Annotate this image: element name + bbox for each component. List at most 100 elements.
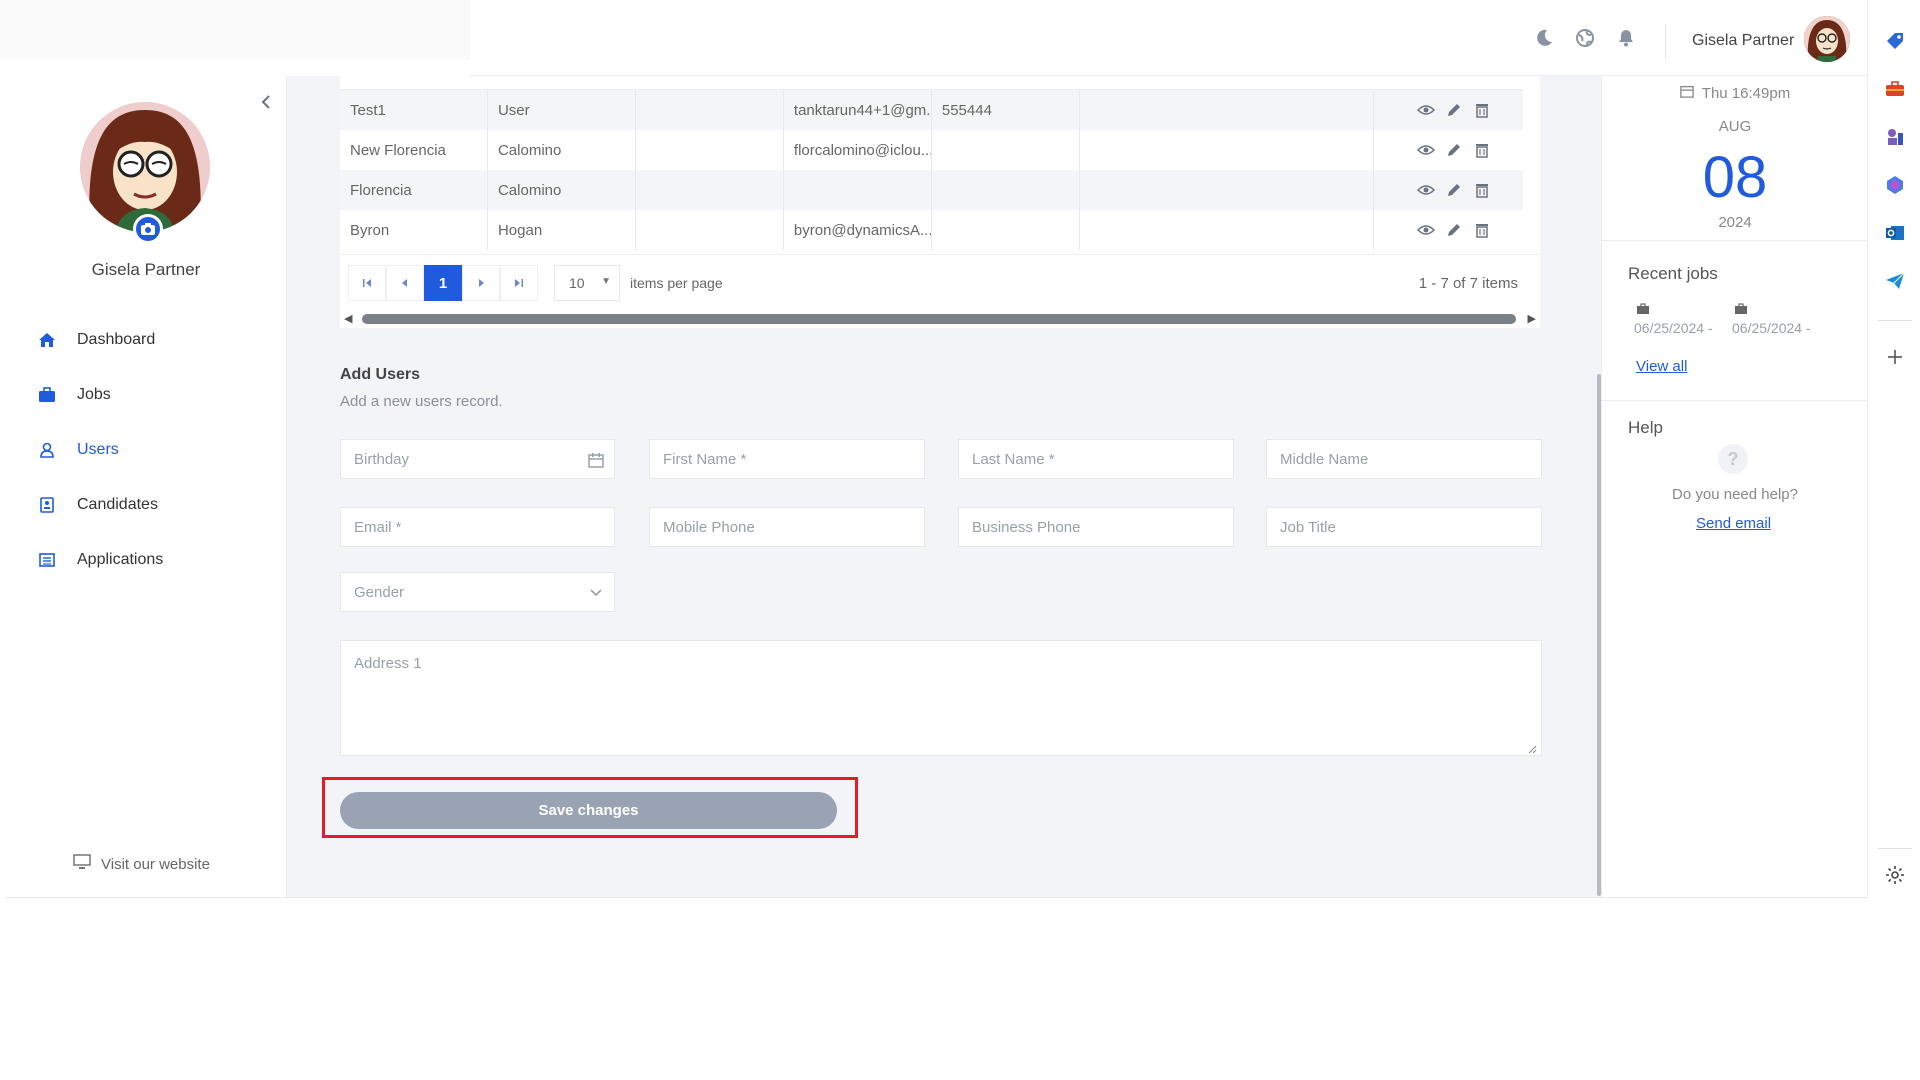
table-row[interactable]: Florencia Calomino xyxy=(340,170,1523,210)
app-root: Gisela Partner Gisela Partner Dashboard … xyxy=(0,0,1920,1080)
sidebar-item-users[interactable]: Users xyxy=(5,422,287,477)
mobile-phone-field[interactable]: Mobile Phone xyxy=(649,507,925,547)
eye-icon[interactable] xyxy=(1416,181,1435,199)
trash-icon[interactable] xyxy=(1473,101,1491,119)
copilot-icon[interactable] xyxy=(1884,174,1906,196)
profile-avatar[interactable] xyxy=(80,102,210,232)
email-field[interactable]: Email * xyxy=(340,507,615,547)
globe-icon[interactable] xyxy=(1575,28,1597,50)
last-name-field[interactable]: Last Name * xyxy=(958,439,1234,479)
birthday-field[interactable]: Birthday xyxy=(340,439,615,479)
scroll-right-arrow-icon[interactable]: ▶ xyxy=(1528,312,1536,325)
chess-icon[interactable] xyxy=(1884,126,1906,148)
trash-icon[interactable] xyxy=(1473,181,1491,199)
first-name-placeholder: First Name * xyxy=(663,450,747,468)
bell-icon[interactable] xyxy=(1616,28,1638,50)
toolbox-icon[interactable] xyxy=(1884,78,1906,100)
address-placeholder: Address 1 xyxy=(354,655,422,672)
add-icon[interactable] xyxy=(1884,346,1906,368)
calendar-day: 08 xyxy=(1702,145,1768,210)
pencil-icon[interactable] xyxy=(1445,221,1463,239)
table-cell: Test1 xyxy=(340,90,488,130)
birthday-placeholder: Birthday xyxy=(354,450,410,468)
scroll-left-arrow-icon[interactable]: ◀ xyxy=(344,312,352,325)
eye-icon[interactable] xyxy=(1416,221,1435,239)
middle-name-field[interactable]: Middle Name xyxy=(1266,439,1542,479)
divider xyxy=(1602,240,1868,241)
chevron-down-icon xyxy=(586,583,606,603)
business-phone-placeholder: Business Phone xyxy=(972,518,1081,536)
empty-area xyxy=(0,898,1920,1080)
sidebar-item-label: Dashboard xyxy=(77,330,156,348)
pencil-icon[interactable] xyxy=(1445,181,1463,199)
first-name-field[interactable]: First Name * xyxy=(649,439,925,479)
header-user-name[interactable]: Gisela Partner xyxy=(1692,32,1794,50)
address-field[interactable]: Address 1 xyxy=(340,640,1542,756)
table-cell: Hogan xyxy=(488,210,636,250)
avatar[interactable] xyxy=(1804,16,1850,62)
eye-icon[interactable] xyxy=(1416,141,1435,159)
sidebar-item-candidates[interactable]: Candidates xyxy=(5,477,287,532)
resize-handle-icon[interactable] xyxy=(1527,741,1537,754)
sidebar-item-label: Jobs xyxy=(77,385,111,403)
sidebar-nav: Dashboard Jobs Users Candidates Applicat… xyxy=(5,312,287,587)
chevron-left-icon[interactable] xyxy=(260,92,272,115)
help-title: Help xyxy=(1628,418,1663,437)
table-cell: florcalomino@iclou... xyxy=(784,130,932,170)
items-per-page-label: items per page xyxy=(630,275,723,291)
send-icon[interactable] xyxy=(1884,270,1906,292)
table-cell: Calomino xyxy=(488,170,636,210)
sidebar-item-dashboard[interactable]: Dashboard xyxy=(5,312,287,367)
send-email-link[interactable]: Send email xyxy=(1696,515,1771,532)
table-cell xyxy=(1080,170,1375,210)
outlook-icon[interactable] xyxy=(1884,222,1906,244)
recent-job-item[interactable]: 06/25/2024 - xyxy=(1634,302,1713,336)
table-row[interactable]: Byron Hogan byron@dynamicsA... xyxy=(340,210,1523,250)
table-row[interactable]: Test1 User tanktarun44+1@gm... 555444 xyxy=(340,90,1523,130)
table-cell xyxy=(932,130,1080,170)
business-phone-field[interactable]: Business Phone xyxy=(958,507,1234,547)
horizontal-scrollbar[interactable]: ◀ ▶ xyxy=(340,310,1540,328)
visit-website-link[interactable]: Visit our website xyxy=(73,854,210,874)
prev-page-button[interactable] xyxy=(386,265,424,301)
sidebar-item-label: Users xyxy=(77,440,119,458)
moon-icon[interactable] xyxy=(1534,28,1556,50)
save-changes-button[interactable]: Save changes xyxy=(340,792,837,829)
tag-icon[interactable] xyxy=(1884,30,1906,52)
briefcase-icon xyxy=(1636,302,1650,314)
camera-icon[interactable] xyxy=(133,214,163,244)
recent-job-date: 06/25/2024 - xyxy=(1732,320,1811,336)
pencil-icon[interactable] xyxy=(1445,141,1463,159)
eye-icon[interactable] xyxy=(1416,101,1435,119)
recent-job-item[interactable]: 06/25/2024 - xyxy=(1732,302,1811,336)
briefcase-icon xyxy=(1734,302,1748,314)
table-cell xyxy=(636,210,784,250)
gender-placeholder: Gender xyxy=(354,583,405,601)
pager-info: 1 - 7 of 7 items xyxy=(1418,275,1518,292)
row-actions xyxy=(1374,90,1523,130)
gear-icon[interactable] xyxy=(1884,864,1906,886)
sidebar-item-jobs[interactable]: Jobs xyxy=(5,367,287,422)
trash-icon[interactable] xyxy=(1473,141,1491,159)
help-text: Do you need help? xyxy=(1672,486,1798,503)
table-cell: Florencia xyxy=(340,170,488,210)
table-cell xyxy=(932,170,1080,210)
view-all-link[interactable]: View all xyxy=(1636,358,1687,375)
right-panel: Thu 16:49pm AUG 08 2024 Recent jobs 06/2… xyxy=(1601,76,1868,898)
row-actions xyxy=(1374,210,1523,250)
trash-icon[interactable] xyxy=(1473,221,1491,239)
job-title-field[interactable]: Job Title xyxy=(1266,507,1542,547)
scrollbar-thumb[interactable] xyxy=(362,314,1516,324)
table-row[interactable]: New Florencia Calomino florcalomino@iclo… xyxy=(340,130,1523,170)
last-page-button[interactable] xyxy=(500,265,538,301)
sidebar-item-applications[interactable]: Applications xyxy=(5,532,287,587)
gender-select[interactable]: Gender xyxy=(340,572,615,612)
first-page-button[interactable] xyxy=(348,265,386,301)
list-icon xyxy=(37,550,57,570)
header-divider xyxy=(1665,24,1666,60)
page-button-current[interactable]: 1 xyxy=(424,265,462,301)
page-size-select[interactable]: 10 ▼ xyxy=(554,265,620,301)
calendar-icon[interactable] xyxy=(586,450,606,470)
next-page-button[interactable] xyxy=(462,265,500,301)
pencil-icon[interactable] xyxy=(1445,101,1463,119)
